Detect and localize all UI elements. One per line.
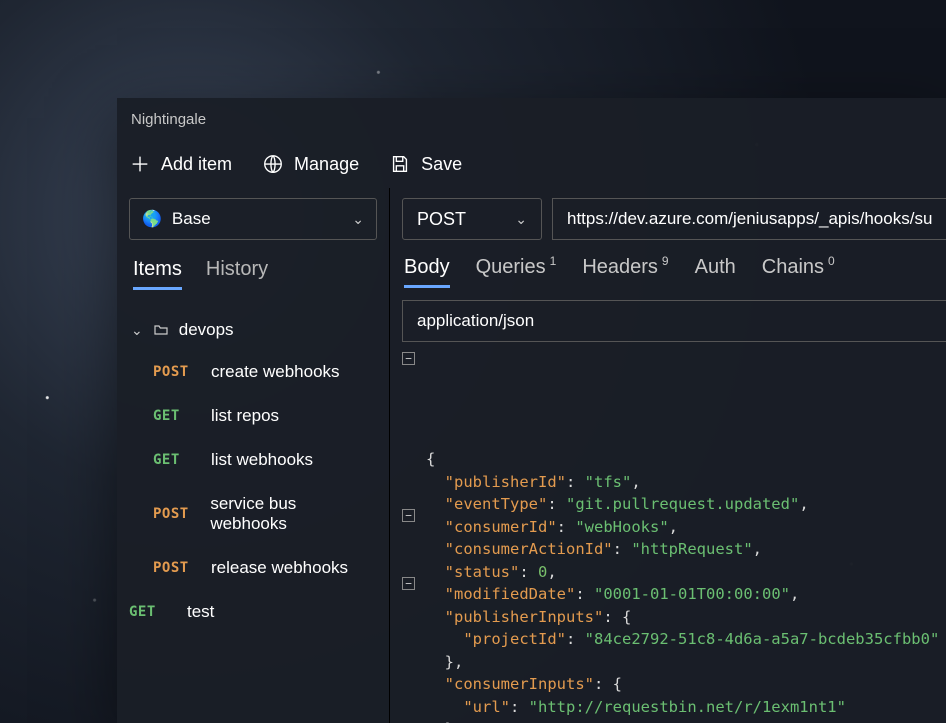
fold-toggle[interactable]: − <box>402 577 415 590</box>
tab-headers[interactable]: Headers9 <box>582 256 668 288</box>
method-badge: GET <box>129 604 173 620</box>
request-tree: ⌄ devops POST create webhooks GET list r… <box>129 302 377 634</box>
manage-label: Manage <box>294 154 359 175</box>
request-item[interactable]: GET list repos <box>129 394 377 438</box>
globe-grid-icon <box>262 153 284 175</box>
request-label: test <box>187 602 214 622</box>
app-window: Nightingale Add item Manage Save 🌎 Base … <box>117 98 946 723</box>
code-content: { "publisherId": "tfs", "eventType": "gi… <box>406 448 946 723</box>
request-label: list repos <box>211 406 279 426</box>
tab-items[interactable]: Items <box>133 258 182 290</box>
request-item[interactable]: POST release webhooks <box>129 546 377 590</box>
tab-history[interactable]: History <box>206 258 268 290</box>
save-label: Save <box>421 154 462 175</box>
globe-icon: 🌎 <box>142 209 162 229</box>
request-tabs: Body Queries1 Headers9 Auth Chains0 <box>402 250 946 288</box>
request-item[interactable]: GET test <box>129 590 377 634</box>
fold-toggle[interactable]: − <box>402 352 415 365</box>
request-label: create webhooks <box>211 362 340 382</box>
save-icon <box>389 153 411 175</box>
http-method-label: POST <box>417 209 466 230</box>
method-badge: POST <box>153 364 197 380</box>
add-item-label: Add item <box>161 154 232 175</box>
http-method-select[interactable]: POST ⌄ <box>402 198 542 240</box>
chevron-down-icon: ⌄ <box>515 211 527 228</box>
fold-toggle[interactable]: − <box>402 509 415 522</box>
body-editor[interactable]: − − − { "publisherId": "tfs", "eventType… <box>402 352 946 723</box>
method-badge: GET <box>153 452 197 468</box>
add-item-button[interactable]: Add item <box>129 153 232 175</box>
request-item[interactable]: GET list webhooks <box>129 438 377 482</box>
folder-icon <box>153 322 169 338</box>
content-type-input[interactable] <box>402 300 946 342</box>
save-button[interactable]: Save <box>389 153 462 175</box>
method-badge: GET <box>153 408 197 424</box>
chevron-down-icon: ⌄ <box>131 322 143 339</box>
toolbar: Add item Manage Save <box>117 140 946 188</box>
request-item[interactable]: POST create webhooks <box>129 350 377 394</box>
sidebar-tabs: Items History <box>129 252 377 290</box>
tab-auth[interactable]: Auth <box>695 256 736 288</box>
manage-button[interactable]: Manage <box>262 153 359 175</box>
method-badge: POST <box>153 506 196 522</box>
chevron-down-icon: ⌄ <box>352 211 364 228</box>
environment-select[interactable]: 🌎 Base ⌄ <box>129 198 377 240</box>
folder-label: devops <box>179 320 234 340</box>
request-label: list webhooks <box>211 450 313 470</box>
environment-label: Base <box>172 209 211 229</box>
sidebar: 🌎 Base ⌄ Items History ⌄ devops POST cre… <box>117 188 389 723</box>
tab-body[interactable]: Body <box>404 256 450 288</box>
plus-icon <box>129 153 151 175</box>
method-badge: POST <box>153 560 197 576</box>
request-item[interactable]: POST service bus webhooks <box>129 482 377 546</box>
title-bar[interactable]: Nightingale <box>117 98 946 140</box>
request-label: service bus webhooks <box>210 494 375 534</box>
app-title: Nightingale <box>131 111 206 128</box>
url-input[interactable] <box>552 198 946 240</box>
tab-chains[interactable]: Chains0 <box>762 256 835 288</box>
request-label: release webhooks <box>211 558 348 578</box>
tab-queries[interactable]: Queries1 <box>476 256 557 288</box>
folder-devops[interactable]: ⌄ devops <box>129 310 377 350</box>
main-panel: POST ⌄ Body Queries1 Headers9 Auth Chain… <box>389 188 946 723</box>
